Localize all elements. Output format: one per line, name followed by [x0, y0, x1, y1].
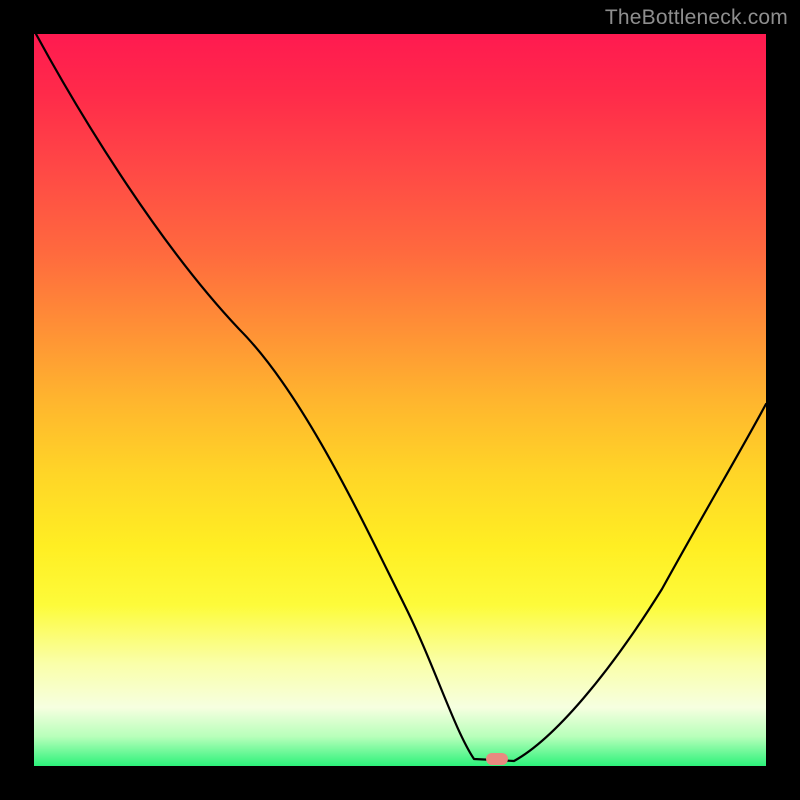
optimal-marker	[486, 753, 508, 765]
watermark-text: TheBottleneck.com	[605, 6, 788, 30]
bottleneck-curve	[34, 34, 766, 766]
plot-area	[34, 34, 766, 766]
curve-path	[36, 34, 766, 761]
chart-frame: TheBottleneck.com	[0, 0, 800, 800]
